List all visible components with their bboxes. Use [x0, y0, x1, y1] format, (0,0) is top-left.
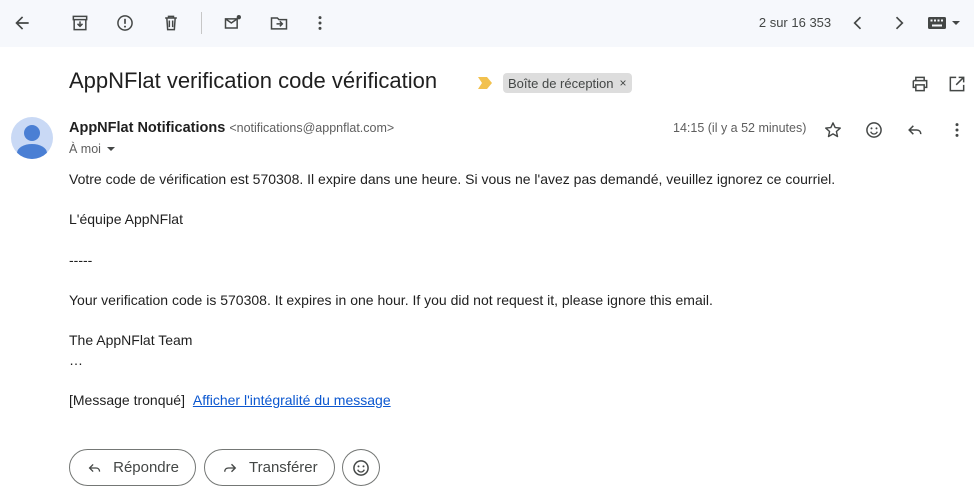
move-to-icon[interactable] — [263, 7, 295, 39]
body-separator: ----- — [69, 252, 93, 268]
inbox-label-chip: Boîte de réception × — [503, 73, 632, 93]
sender-name[interactable]: AppNFlat Notifications — [69, 120, 225, 136]
body-english-signature: The AppNFlat Team — [69, 332, 193, 348]
open-in-new-window-icon[interactable] — [945, 72, 969, 96]
body-ellipsis[interactable]: … — [69, 352, 83, 368]
recipient-label: À moi — [69, 142, 101, 156]
keyboard-icon[interactable] — [924, 13, 966, 33]
more-vertical-icon[interactable] — [304, 7, 336, 39]
emoji-reply-button[interactable] — [342, 449, 380, 486]
pager-count: 2 sur 16 353 — [758, 15, 832, 30]
emoji-reaction-icon[interactable] — [861, 117, 887, 143]
back-arrow-icon[interactable] — [6, 7, 38, 39]
toolbar: 2 sur 16 353 — [0, 0, 974, 47]
chevron-left-icon[interactable] — [842, 7, 874, 39]
sender-email: <notifications@appnflat.com> — [229, 121, 395, 135]
print-icon[interactable] — [908, 72, 932, 96]
reply-icon[interactable] — [902, 117, 928, 143]
remove-label-icon[interactable]: × — [620, 76, 627, 90]
email-timestamp: 14:15 (il y a 52 minutes) — [673, 121, 807, 135]
body-english-text: Your verification code is 570308. It exp… — [69, 292, 713, 308]
email-subject: AppNFlat verification code vérification — [69, 68, 438, 93]
mark-unread-icon[interactable] — [217, 7, 249, 39]
dropdown-arrow-icon[interactable] — [105, 144, 117, 154]
delete-icon[interactable] — [155, 7, 187, 39]
sender-line: AppNFlat Notifications <notifications@ap… — [69, 120, 394, 136]
reply-arrow-icon — [88, 463, 101, 472]
report-spam-icon[interactable] — [109, 7, 141, 39]
star-icon[interactable] — [820, 117, 846, 143]
emoji-icon — [353, 459, 369, 476]
chevron-right-icon[interactable] — [883, 7, 915, 39]
importance-marker-icon[interactable] — [477, 76, 493, 90]
forward-button-label: Transférer — [249, 459, 318, 476]
view-full-message-link[interactable]: Afficher l'intégralité du message — [193, 392, 391, 408]
sender-avatar — [11, 117, 53, 159]
reply-button[interactable]: Répondre — [69, 449, 196, 486]
body-french-signature: L'équipe AppNFlat — [69, 211, 183, 227]
body-french-text: Votre code de vérification est 570308. I… — [69, 171, 836, 187]
toolbar-divider — [201, 12, 202, 34]
archive-icon[interactable] — [64, 7, 96, 39]
forward-arrow-icon — [224, 463, 237, 472]
reply-button-label: Répondre — [113, 459, 179, 476]
recipient-details[interactable]: À moi — [69, 142, 117, 156]
more-options-icon[interactable] — [944, 117, 970, 143]
inbox-label-text: Boîte de réception — [508, 75, 614, 91]
forward-button[interactable]: Transférer — [204, 449, 335, 486]
truncated-notice: [Message tronqué] Afficher l'intégralité… — [69, 392, 391, 408]
truncated-label: [Message tronqué] — [69, 392, 185, 408]
